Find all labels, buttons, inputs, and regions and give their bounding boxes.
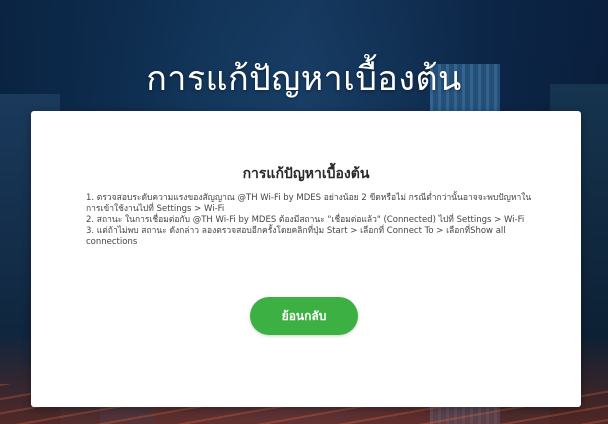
hero-title: การแก้ปัญหาเบื้องต้น [146,58,462,99]
page-background: การแก้ปัญหาเบื้องต้น การแก้ปัญหาเบื้องต้… [0,0,608,424]
troubleshooting-card: การแก้ปัญหาเบื้องต้น 1. ตรวจสอบระดับความ… [31,111,581,407]
step-item: 1. ตรวจสอบระดับความแรงของสัญญาณ @TH Wi-F… [86,193,532,214]
card-title: การแก้ปัญหาเบื้องต้น [242,166,370,182]
step-item: 2. สถานะ ในการเชื่อมต่อกับ @TH Wi-Fi by … [86,215,525,225]
back-button[interactable]: ย้อนกลับ [250,297,358,335]
step-item: 3. แต่ถ้าไม่พบ สถานะ ดังกล่าว ลองตรวจสอบ… [86,226,506,247]
steps-list: 1. ตรวจสอบระดับความแรงของสัญญาณ @TH Wi-F… [86,193,536,248]
